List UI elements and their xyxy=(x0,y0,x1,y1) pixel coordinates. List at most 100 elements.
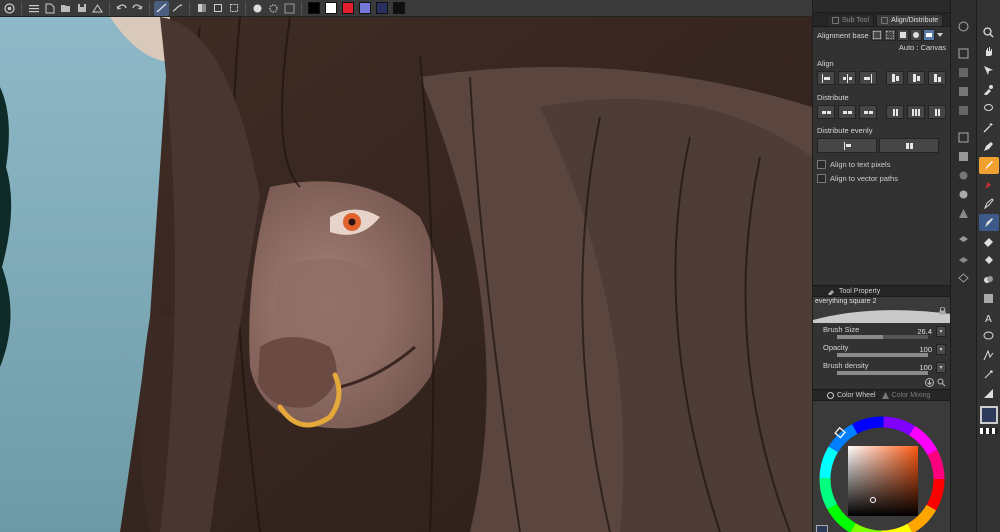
color-wheel[interactable] xyxy=(813,401,951,532)
eraser-icon[interactable] xyxy=(978,214,999,231)
color-wheel-icon xyxy=(827,391,834,399)
transform-icon[interactable] xyxy=(210,1,225,16)
layers-stack-icon[interactable] xyxy=(954,251,974,268)
download-icon[interactable] xyxy=(925,378,934,389)
align-center-v-button[interactable] xyxy=(907,71,925,85)
chevron-down-icon[interactable]: ▾ xyxy=(936,362,946,373)
panel-menu-icon[interactable] xyxy=(954,18,974,35)
align-top-button[interactable] xyxy=(886,71,904,85)
tab-color-wheel[interactable]: Color Wheel xyxy=(827,391,876,399)
menu-icon[interactable] xyxy=(26,1,41,16)
tab-color-mixing[interactable]: Color Mixing xyxy=(881,391,934,399)
sub-view-icon[interactable] xyxy=(954,102,974,119)
layer-props-icon[interactable] xyxy=(954,45,974,62)
fill-icon[interactable] xyxy=(979,252,999,269)
brush-preview-icon[interactable] xyxy=(250,1,265,16)
open-folder-icon[interactable] xyxy=(58,1,73,16)
drawing-canvas[interactable] xyxy=(0,17,812,532)
align-vector-paths-checkbox[interactable]: Align to vector paths xyxy=(813,171,950,185)
layers-icon[interactable] xyxy=(954,232,974,249)
swatch-white[interactable] xyxy=(325,2,337,14)
transparent-color-swatch[interactable] xyxy=(979,428,998,434)
settings-icon[interactable] xyxy=(266,1,281,16)
redo-icon[interactable] xyxy=(130,1,145,16)
distribute-left-button[interactable] xyxy=(817,105,835,119)
snap-ruler-icon[interactable] xyxy=(154,0,169,16)
swatch-lavender[interactable] xyxy=(359,2,371,14)
align-text-pixels-checkbox[interactable]: Align to text pixels xyxy=(813,157,950,171)
navigator-icon[interactable] xyxy=(954,83,974,100)
undo-icon[interactable] xyxy=(114,1,129,16)
swatch-black[interactable] xyxy=(308,2,320,14)
layer-list-icon[interactable] xyxy=(954,270,974,287)
decoration-icon[interactable] xyxy=(979,195,999,212)
operation-icon[interactable] xyxy=(979,62,999,79)
select-clear-icon[interactable] xyxy=(226,1,241,16)
align-base-layer-button[interactable] xyxy=(897,29,909,41)
zoom-icon[interactable] xyxy=(979,24,999,41)
distribute-evenly-vertical-button[interactable] xyxy=(879,138,939,153)
distribute-evenly-horizontal-button[interactable] xyxy=(817,138,877,153)
text-icon[interactable]: A xyxy=(979,309,999,326)
tab-sub-tool[interactable]: Sub Tool xyxy=(827,14,875,26)
distribute-bottom-button[interactable] xyxy=(928,105,946,119)
align-base-canvas-button[interactable] xyxy=(871,29,883,41)
lasso-icon[interactable] xyxy=(979,100,999,117)
main-color-swatch[interactable] xyxy=(979,406,998,424)
info-icon[interactable] xyxy=(954,129,974,146)
gradient-icon[interactable] xyxy=(979,290,999,307)
tab-align-distribute[interactable]: Align/Distribute xyxy=(876,14,944,26)
blend-icon[interactable] xyxy=(979,271,999,288)
distribute-top-button[interactable] xyxy=(886,105,904,119)
balloon-icon[interactable] xyxy=(979,328,999,345)
brush-size-slider[interactable] xyxy=(837,335,928,339)
app-menu-icon[interactable] xyxy=(2,1,17,16)
color-set-icon[interactable] xyxy=(954,205,974,222)
opacity-row[interactable]: Opacity 100 ▾ xyxy=(813,341,950,359)
chevron-down-icon[interactable]: ▾ xyxy=(936,344,946,355)
chevron-down-icon[interactable]: ▾ xyxy=(936,326,946,337)
material-icon[interactable] xyxy=(954,64,974,81)
align-left-button[interactable] xyxy=(817,71,835,85)
wrench-settings-icon[interactable] xyxy=(937,378,946,389)
distribute-right-button[interactable] xyxy=(859,105,877,119)
brush-size-row[interactable]: Brush Size 26.4 ▾ xyxy=(813,323,950,341)
pen-icon[interactable] xyxy=(979,138,999,155)
airbrush-icon[interactable] xyxy=(979,176,999,193)
correct-line-icon[interactable] xyxy=(979,366,999,383)
magic-wand-icon[interactable] xyxy=(979,119,999,136)
save-icon[interactable] xyxy=(74,1,89,16)
swatch-red[interactable] xyxy=(342,2,354,14)
brush-density-row[interactable]: Brush density 100 ▾ xyxy=(813,359,950,377)
color-mixing-icon xyxy=(881,391,889,399)
ruler-icon[interactable] xyxy=(979,385,999,402)
current-color-swatch[interactable] xyxy=(816,525,828,532)
hand-icon[interactable] xyxy=(979,43,999,60)
brush-density-slider[interactable] xyxy=(837,371,928,375)
align-base-selection-button[interactable] xyxy=(884,29,896,41)
swatch-navy[interactable] xyxy=(376,2,388,14)
color-picker-icon[interactable] xyxy=(282,1,297,16)
eraser-block-icon[interactable] xyxy=(979,233,999,250)
layer-property-icon[interactable] xyxy=(954,167,974,184)
align-bottom-button[interactable] xyxy=(928,71,946,85)
align-right-button[interactable] xyxy=(859,71,877,85)
new-file-icon[interactable] xyxy=(42,1,57,16)
align-base-object-button[interactable] xyxy=(910,29,922,41)
eyedropper-icon[interactable] xyxy=(979,81,999,98)
history-icon[interactable] xyxy=(954,148,974,165)
distribute-center-v-button[interactable] xyxy=(907,105,925,119)
swatch-dark[interactable] xyxy=(393,2,405,14)
layer-search-icon[interactable] xyxy=(954,186,974,203)
lock-icon[interactable] xyxy=(939,306,946,317)
align-center-h-button[interactable] xyxy=(838,71,856,85)
snap-special-ruler-icon[interactable] xyxy=(170,1,185,16)
layer-fill-icon[interactable] xyxy=(194,1,209,16)
distribute-center-h-button[interactable] xyxy=(838,105,856,119)
figure-icon[interactable] xyxy=(979,347,999,364)
export-icon[interactable] xyxy=(90,1,105,16)
brush-icon[interactable] xyxy=(978,157,999,174)
chevron-down-icon[interactable] xyxy=(936,29,944,41)
align-base-auto-button[interactable] xyxy=(923,29,935,41)
opacity-slider[interactable] xyxy=(837,353,928,357)
